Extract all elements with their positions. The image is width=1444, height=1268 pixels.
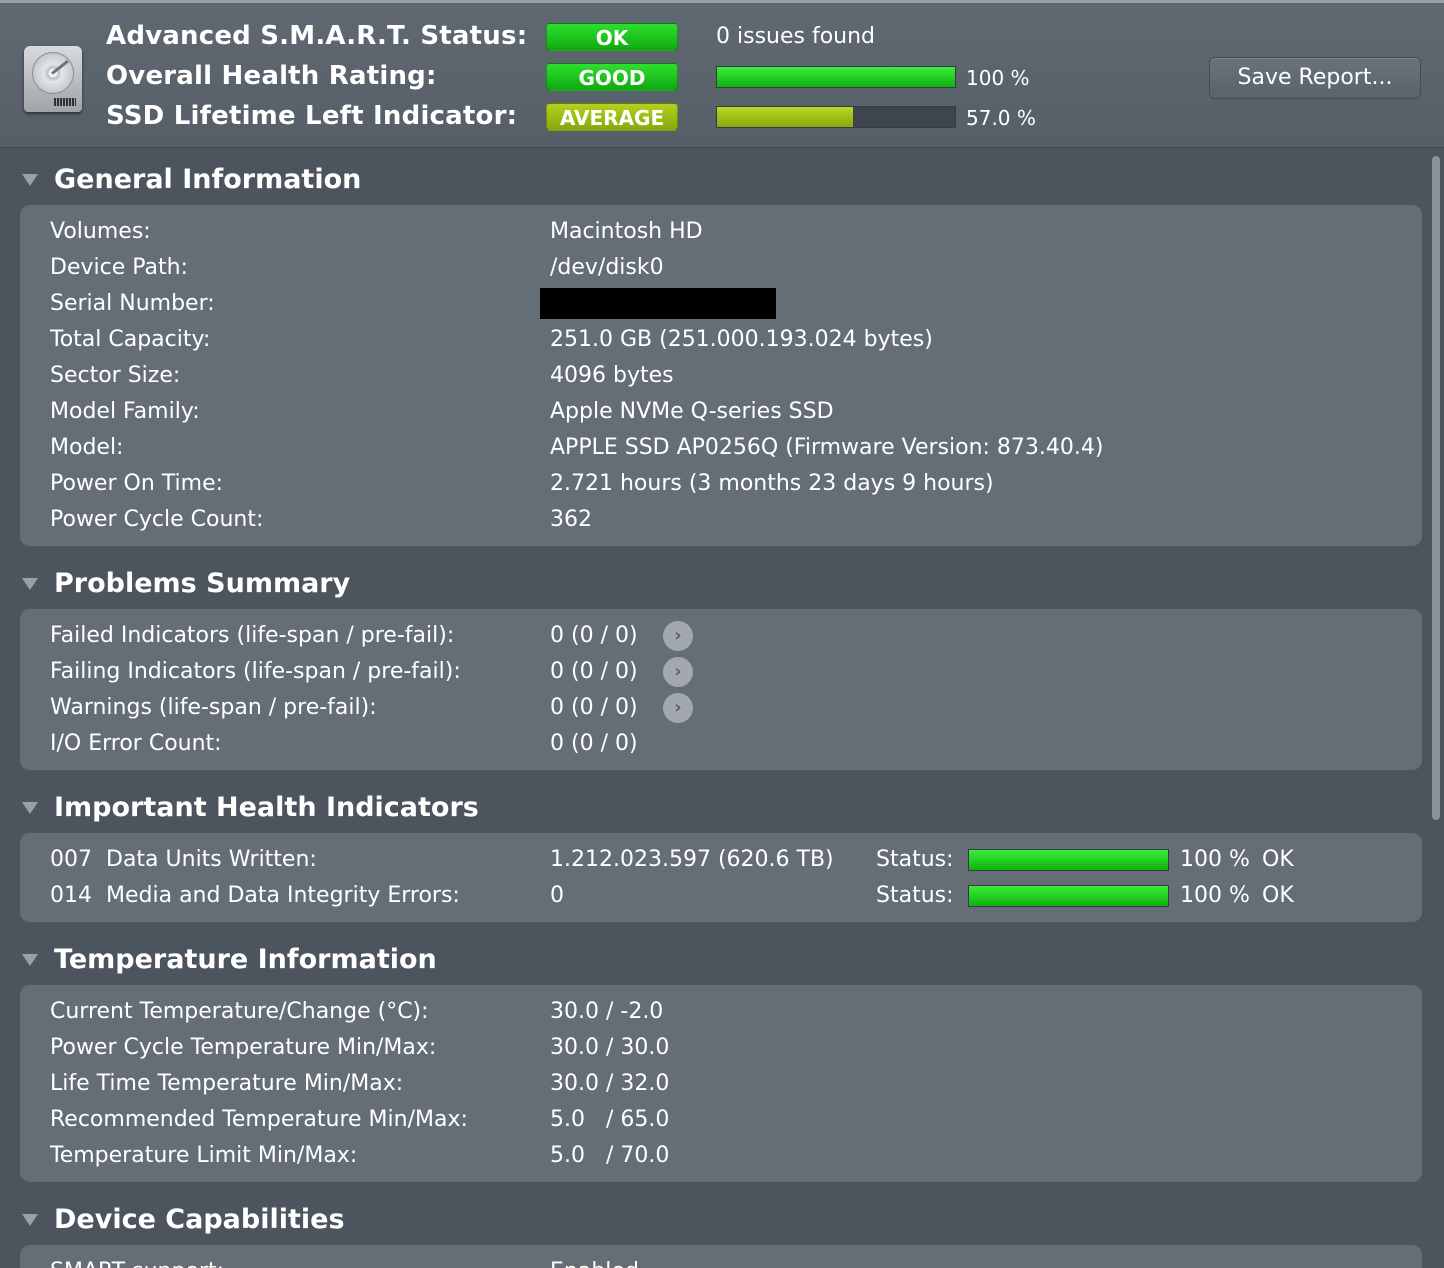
data-units-written-label: Data Units Written:	[106, 847, 317, 872]
problems-summary-panel: Failed Indicators (life-span / pre-fail)…	[20, 609, 1422, 770]
power-on-time-value: 2.721 hours (3 months 23 days 9 hours)	[550, 471, 994, 496]
vertical-scrollbar[interactable]	[1428, 152, 1442, 1268]
lifetime-percent: 57.0 %	[966, 106, 1036, 130]
capabilities-disclosure-triangle-icon[interactable]	[22, 1214, 38, 1226]
media-integrity-errors-value: 0	[550, 883, 564, 908]
temperature-limit-value: 5.0 / 70.0	[550, 1143, 670, 1168]
health-indicators-title: Important Health Indicators	[54, 792, 479, 823]
recommended-temperature-label: Recommended Temperature Min/Max:	[50, 1107, 468, 1132]
volumes-label: Volumes:	[50, 219, 151, 244]
smart-support-value: Enabled	[550, 1259, 639, 1268]
hard-disk-icon	[24, 46, 82, 112]
problems-summary-title: Problems Summary	[54, 568, 351, 599]
device-capabilities-title: Device Capabilities	[54, 1204, 345, 1235]
failed-indicators-label: Failed Indicators (life-span / pre-fail)…	[50, 623, 455, 648]
power-cycle-temperature-label: Power Cycle Temperature Min/Max:	[50, 1035, 437, 1060]
general-info-panel: Volumes: Macintosh HD Device Path: /dev/…	[20, 205, 1422, 546]
lifetime-badge: AVERAGE	[546, 103, 678, 131]
serial-number-label: Serial Number:	[50, 291, 215, 316]
device-path-label: Device Path:	[50, 255, 188, 280]
temperature-disclosure-triangle-icon[interactable]	[22, 954, 38, 966]
power-on-time-label: Power On Time:	[50, 471, 224, 496]
smart-status-badge: OK	[546, 23, 678, 51]
media-integrity-status-percent: 100 %	[1180, 883, 1250, 908]
health-indicators-panel: 007 Data Units Written: 1.212.023.597 (6…	[20, 833, 1422, 922]
temperature-info-title: Temperature Information	[54, 944, 437, 975]
health-progress-bar	[716, 66, 956, 88]
data-units-written-value: 1.212.023.597 (620.6 TB)	[550, 847, 834, 872]
save-report-button[interactable]: Save Report...	[1209, 57, 1421, 99]
model-value: APPLE SSD AP0256Q (Firmware Version: 873…	[550, 435, 1104, 460]
data-units-status-fill	[969, 850, 1168, 870]
general-disclosure-triangle-icon[interactable]	[22, 174, 38, 186]
failed-indicators-arrow-icon[interactable]: ›	[663, 621, 693, 651]
health-progress-fill	[717, 67, 955, 87]
temperature-limit-label: Temperature Limit Min/Max:	[50, 1143, 358, 1168]
smart-support-label: SMART support:	[50, 1259, 224, 1268]
total-capacity-value: 251.0 GB (251.000.193.024 bytes)	[550, 327, 933, 352]
data-units-status-percent: 100 %	[1180, 847, 1250, 872]
io-error-count-label: I/O Error Count:	[50, 731, 222, 756]
model-label: Model:	[50, 435, 124, 460]
health-rating-badge: GOOD	[546, 63, 678, 91]
temperature-info-panel: Current Temperature/Change (°C): 30.0 / …	[20, 985, 1422, 1182]
io-error-count-value: 0 (0 / 0)	[550, 731, 638, 756]
data-units-status-bar	[968, 849, 1169, 871]
model-family-label: Model Family:	[50, 399, 200, 424]
disk-connector	[54, 98, 76, 106]
sector-size-label: Sector Size:	[50, 363, 181, 388]
warnings-arrow-icon[interactable]: ›	[663, 693, 693, 723]
general-info-title: General Information	[54, 164, 362, 195]
power-cycle-count-label: Power Cycle Count:	[50, 507, 264, 532]
lifetime-temperature-label: Life Time Temperature Min/Max:	[50, 1071, 404, 1096]
status-label: Status:	[876, 883, 954, 908]
media-integrity-status-text: OK	[1262, 883, 1294, 908]
lifetime-progress-bar	[716, 106, 956, 128]
health-rating-label: Overall Health Rating:	[106, 61, 437, 91]
lifetime-temperature-value: 30.0 / 32.0	[550, 1071, 670, 1096]
model-family-value: Apple NVMe Q-series SSD	[550, 399, 834, 424]
indicator-id: 014	[50, 883, 92, 908]
total-capacity-label: Total Capacity:	[50, 327, 211, 352]
warnings-value: 0 (0 / 0)	[550, 695, 638, 720]
smart-status-label: Advanced S.M.A.R.T. Status:	[106, 21, 528, 51]
current-temperature-label: Current Temperature/Change (°C):	[50, 999, 429, 1024]
problems-disclosure-triangle-icon[interactable]	[22, 578, 38, 590]
serial-number-redacted	[540, 288, 776, 319]
media-integrity-status-fill	[969, 886, 1168, 906]
power-cycle-count-value: 362	[550, 507, 592, 532]
status-header: Advanced S.M.A.R.T. Status: Overall Heal…	[0, 0, 1444, 148]
issues-found-text: 0 issues found	[716, 24, 876, 49]
sector-size-value: 4096 bytes	[550, 363, 674, 388]
power-cycle-temperature-value: 30.0 / 30.0	[550, 1035, 670, 1060]
data-units-status-text: OK	[1262, 847, 1294, 872]
failing-indicators-arrow-icon[interactable]: ›	[663, 657, 693, 687]
device-path-value: /dev/disk0	[550, 255, 664, 280]
failing-indicators-label: Failing Indicators (life-span / pre-fail…	[50, 659, 461, 684]
failed-indicators-value: 0 (0 / 0)	[550, 623, 638, 648]
volumes-value: Macintosh HD	[550, 219, 703, 244]
status-label: Status:	[876, 847, 954, 872]
lifetime-label: SSD Lifetime Left Indicator:	[106, 101, 518, 131]
scrollbar-thumb[interactable]	[1432, 156, 1440, 820]
failing-indicators-value: 0 (0 / 0)	[550, 659, 638, 684]
lifetime-progress-fill	[717, 107, 853, 127]
media-integrity-status-bar	[968, 885, 1169, 907]
media-integrity-errors-label: Media and Data Integrity Errors:	[106, 883, 460, 908]
health-disclosure-triangle-icon[interactable]	[22, 802, 38, 814]
current-temperature-value: 30.0 / -2.0	[550, 999, 664, 1024]
indicator-id: 007	[50, 847, 92, 872]
device-capabilities-panel: SMART support: Enabled	[20, 1245, 1422, 1268]
recommended-temperature-value: 5.0 / 65.0	[550, 1107, 670, 1132]
health-percent: 100 %	[966, 66, 1030, 90]
warnings-label: Warnings (life-span / pre-fail):	[50, 695, 377, 720]
